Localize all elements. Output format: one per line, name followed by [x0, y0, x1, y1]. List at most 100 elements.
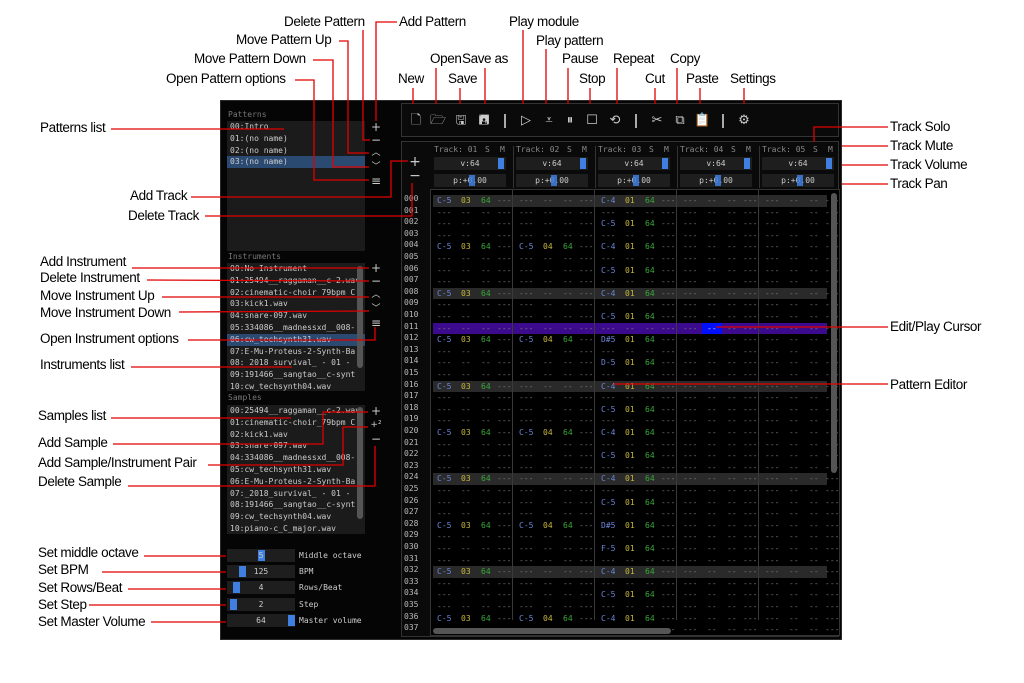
- setting-slider[interactable]: 2: [227, 597, 295, 611]
- pattern-cell[interactable]: ---: [579, 241, 593, 253]
- pattern-row[interactable]: C-5 03 64 --- C-5 04 64 --- C-4 01 64 --- --- -- -- ---…: [433, 241, 839, 253]
- pattern-cell[interactable]: ---: [497, 520, 511, 532]
- pattern-cell[interactable]: 01: [625, 195, 635, 207]
- pattern-cell[interactable]: ---: [661, 392, 675, 404]
- pattern-cell[interactable]: ---: [765, 241, 779, 253]
- pattern-cell[interactable]: ---: [497, 508, 511, 520]
- pattern-cell[interactable]: ---: [437, 357, 451, 369]
- pattern-cell[interactable]: --: [461, 589, 471, 601]
- pattern-cell[interactable]: --: [809, 323, 819, 335]
- pattern-cell[interactable]: --: [809, 346, 819, 358]
- cut-icon[interactable]: ✂: [649, 112, 665, 130]
- pattern-cell[interactable]: --: [727, 427, 737, 439]
- pattern-cell[interactable]: --: [707, 543, 717, 555]
- pattern-cell[interactable]: --: [563, 218, 573, 230]
- pattern-cell[interactable]: ---: [765, 589, 779, 601]
- sample-list-item[interactable]: 05:cw_techsynth31.wav: [227, 464, 365, 476]
- setting-slider[interactable]: 4: [227, 581, 295, 595]
- pattern-cell[interactable]: --: [481, 497, 491, 509]
- pattern-cell[interactable]: --: [809, 473, 819, 485]
- pattern-cell[interactable]: --: [707, 601, 717, 613]
- pattern-cell[interactable]: --: [563, 439, 573, 451]
- pattern-cell[interactable]: --: [563, 497, 573, 509]
- pattern-cell[interactable]: --: [789, 381, 799, 393]
- sample-list-item[interactable]: 00:25494__raggaman__c-2.wav: [227, 405, 365, 417]
- pattern-cell[interactable]: ---: [519, 439, 533, 451]
- pattern-cell[interactable]: ---: [579, 427, 593, 439]
- pattern-cell[interactable]: 03: [461, 381, 471, 393]
- pattern-cell[interactable]: ---: [497, 381, 511, 393]
- pattern-cell[interactable]: --: [543, 439, 553, 451]
- pattern-cell[interactable]: ---: [743, 323, 757, 335]
- pattern-cell[interactable]: ---: [497, 218, 511, 230]
- pattern-row[interactable]: --- -- -- --- --- -- -- --- C-5 01 64 --- --- -- -- ---…: [433, 218, 839, 230]
- stop-icon[interactable]: ☐: [584, 112, 600, 130]
- pattern-cell[interactable]: ---: [519, 566, 533, 578]
- pattern-cell[interactable]: --: [543, 265, 553, 277]
- pattern-cell[interactable]: ---: [437, 497, 451, 509]
- pattern-cell[interactable]: D-5: [601, 357, 615, 369]
- pattern-cell[interactable]: --: [789, 520, 799, 532]
- pattern-cell[interactable]: 64: [645, 497, 655, 509]
- pattern-cell[interactable]: ---: [743, 450, 757, 462]
- pattern-cell[interactable]: --: [461, 578, 471, 590]
- pattern-list-item[interactable]: 03:(no name): [227, 156, 365, 169]
- pattern-cell[interactable]: --: [481, 207, 491, 219]
- pattern-cell[interactable]: ---: [683, 404, 697, 416]
- pattern-cell[interactable]: ---: [683, 265, 697, 277]
- pattern-cell[interactable]: 01: [625, 450, 635, 462]
- pattern-cell[interactable]: --: [625, 485, 635, 497]
- pattern-cell[interactable]: ---: [437, 450, 451, 462]
- pattern-cell[interactable]: 03: [461, 334, 471, 346]
- pattern-cell[interactable]: D#5: [601, 334, 615, 346]
- track-mute-button[interactable]: M: [582, 145, 587, 154]
- pattern-cell[interactable]: ---: [661, 589, 675, 601]
- pattern-cell[interactable]: ---: [683, 276, 697, 288]
- pattern-cell[interactable]: C-5: [601, 265, 615, 277]
- pattern-cell[interactable]: ---: [765, 346, 779, 358]
- pattern-cell[interactable]: 64: [645, 450, 655, 462]
- pattern-cell[interactable]: ---: [765, 613, 779, 625]
- slider-knob[interactable]: [230, 598, 238, 610]
- save-as-icon[interactable]: 🖪: [476, 112, 492, 130]
- pattern-cell[interactable]: 64: [645, 404, 655, 416]
- pattern-cell[interactable]: ---: [519, 288, 533, 300]
- setting-slider[interactable]: 5: [227, 549, 295, 562]
- pattern-cell[interactable]: --: [789, 392, 799, 404]
- pattern-cell[interactable]: --: [461, 265, 471, 277]
- pattern-list-item[interactable]: 02:(no name): [227, 145, 365, 157]
- pattern-cell[interactable]: ---: [743, 346, 757, 358]
- pattern-cell[interactable]: --: [461, 369, 471, 381]
- pattern-cell[interactable]: ---: [765, 497, 779, 509]
- pattern-cell[interactable]: --: [809, 276, 819, 288]
- pattern-cell[interactable]: ---: [497, 276, 511, 288]
- pattern-cell[interactable]: --: [481, 346, 491, 358]
- pattern-cell[interactable]: ---: [765, 439, 779, 451]
- pattern-cell[interactable]: ---: [765, 369, 779, 381]
- pattern-cell[interactable]: ---: [497, 265, 511, 277]
- pattern-cell[interactable]: ---: [437, 346, 451, 358]
- pattern-cell[interactable]: ---: [497, 485, 511, 497]
- pattern-cell[interactable]: --: [707, 311, 717, 323]
- pattern-cell[interactable]: --: [461, 323, 471, 335]
- pattern-cell[interactable]: 64: [645, 381, 655, 393]
- pattern-cell[interactable]: --: [563, 566, 573, 578]
- pattern-cell[interactable]: --: [563, 369, 573, 381]
- pattern-cell[interactable]: --: [625, 578, 635, 590]
- pattern-cell[interactable]: --: [727, 230, 737, 242]
- pattern-cell[interactable]: ---: [437, 555, 451, 567]
- track-pan-slider[interactable]: p:+0.00: [598, 174, 670, 187]
- pattern-cell[interactable]: --: [543, 601, 553, 613]
- pattern-cell[interactable]: --: [707, 241, 717, 253]
- pattern-list-item[interactable]: 01:(no name): [227, 133, 365, 145]
- pattern-cell[interactable]: ---: [601, 555, 615, 567]
- pattern-cell[interactable]: C-5: [601, 218, 615, 230]
- pattern-cell[interactable]: ---: [497, 392, 511, 404]
- pattern-cell[interactable]: ---: [519, 369, 533, 381]
- pattern-cell[interactable]: --: [809, 485, 819, 497]
- pattern-cell[interactable]: 64: [645, 589, 655, 601]
- pattern-cell[interactable]: 01: [625, 613, 635, 625]
- instrument-list-item[interactable]: 05:334086__madnessxd__008-: [227, 322, 365, 334]
- pattern-cell[interactable]: --: [543, 578, 553, 590]
- pattern-cell[interactable]: ---: [519, 323, 533, 335]
